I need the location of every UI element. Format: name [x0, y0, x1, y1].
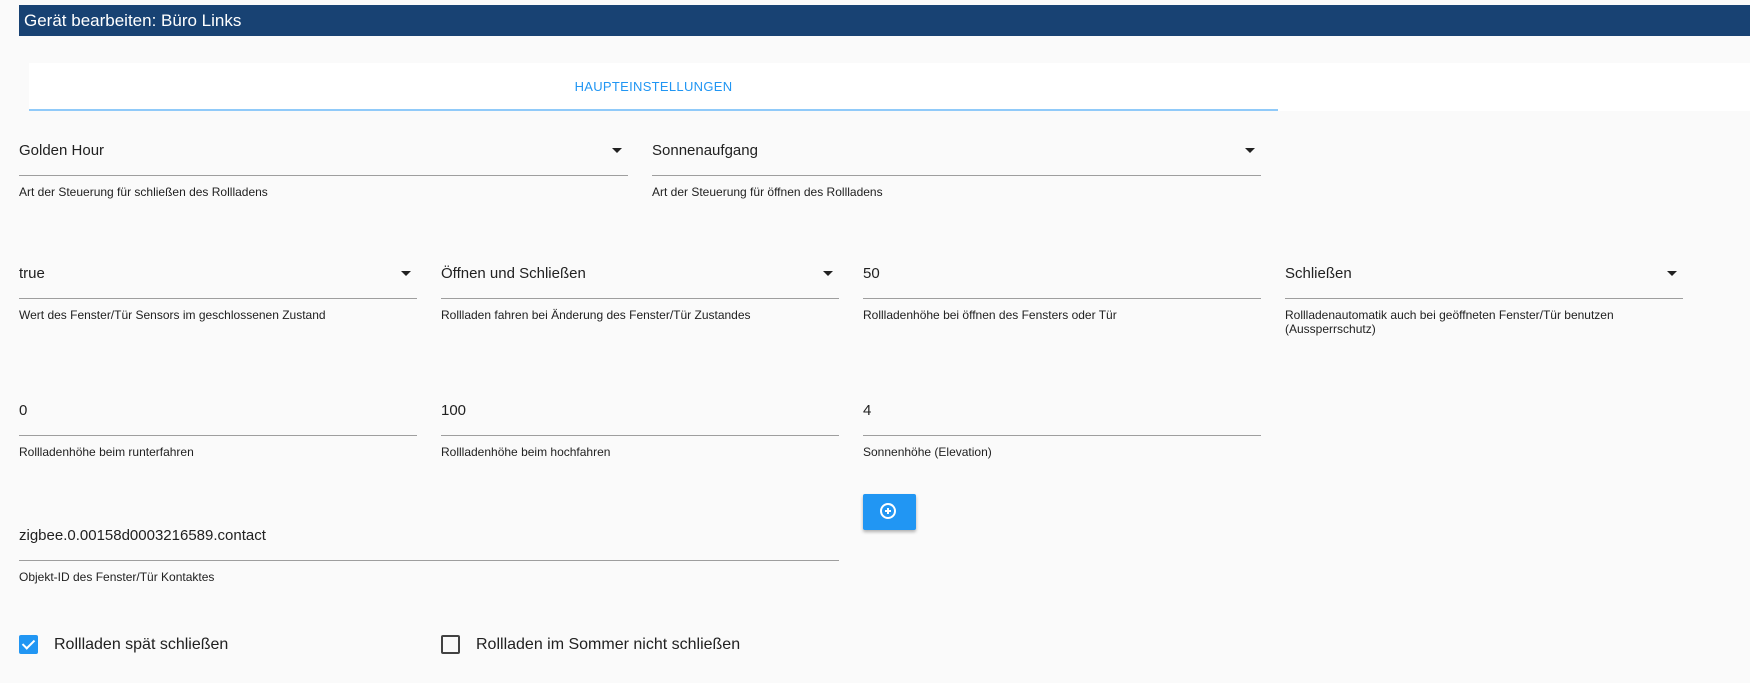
add-button[interactable]	[863, 494, 916, 530]
window-sensor-value[interactable]: true	[19, 261, 417, 299]
tab-main-settings[interactable]: HAUPTEINSTELLUNGEN	[29, 63, 1278, 111]
chevron-down-icon[interactable]	[1667, 271, 1677, 276]
lockout-protection-value[interactable]: Schließen	[1285, 261, 1683, 299]
height-up-helper: Rollladenhöhe beim hochfahren	[441, 445, 611, 459]
contact-object-id-value[interactable]: zigbee.0.00158d0003216589.contact	[19, 523, 839, 561]
height-up-value[interactable]: 100	[441, 398, 839, 436]
chevron-down-icon[interactable]	[612, 148, 622, 153]
height-down-value[interactable]: 0	[19, 398, 417, 436]
sun-elevation-helper: Sonnenhöhe (Elevation)	[863, 445, 992, 459]
window-sensor-value-select[interactable]: true Wert des Fenster/Tür Sensors im ges…	[19, 261, 417, 322]
tab-bar: HAUPTEINSTELLUNGEN	[29, 63, 1750, 111]
open-type-select[interactable]: Sonnenaufgang Art der Steuerung für öffn…	[652, 138, 1261, 199]
chevron-down-icon[interactable]	[1245, 148, 1255, 153]
late-close-checkbox[interactable]: Rollladen spät schließen	[19, 635, 319, 657]
open-type-helper: Art der Steuerung für öffnen des Rolllad…	[652, 185, 883, 199]
window-open-height-value[interactable]: 50	[863, 261, 1261, 299]
window-open-height-input[interactable]: 50 Rollladenhöhe bei öffnen des Fensters…	[863, 261, 1261, 322]
chevron-down-icon[interactable]	[823, 271, 833, 276]
open-type-value[interactable]: Sonnenaufgang	[652, 138, 1261, 176]
sun-elevation-value[interactable]: 4	[863, 398, 1261, 436]
sun-elevation-input[interactable]: 4 Sonnenhöhe (Elevation)	[863, 398, 1261, 459]
summer-no-close-checkbox[interactable]: Rollladen im Sommer nicht schließen	[441, 635, 801, 657]
height-up-input[interactable]: 100 Rollladenhöhe beim hochfahren	[441, 398, 839, 459]
dialog-title: Gerät bearbeiten: Büro Links	[19, 5, 1750, 36]
chevron-down-icon[interactable]	[401, 271, 411, 276]
close-type-select[interactable]: Golden Hour Art der Steuerung für schlie…	[19, 138, 628, 199]
close-type-helper: Art der Steuerung für schließen des Roll…	[19, 185, 268, 199]
summer-no-close-label[interactable]: Rollladen im Sommer nicht schließen	[476, 635, 740, 655]
close-type-value[interactable]: Golden Hour	[19, 138, 628, 176]
contact-object-id-helper: Objekt-ID des Fenster/Tür Kontaktes	[19, 570, 215, 584]
lockout-protection-select[interactable]: Schließen Rollladenautomatik auch bei ge…	[1285, 261, 1683, 341]
window-change-action-select[interactable]: Öffnen und Schließen Rollladen fahren be…	[441, 261, 839, 322]
height-down-input[interactable]: 0 Rollladenhöhe beim runterfahren	[19, 398, 417, 459]
window-change-action-helper: Rollladen fahren bei Änderung des Fenste…	[441, 308, 751, 322]
contact-object-id-input[interactable]: zigbee.0.00158d0003216589.contact Objekt…	[19, 523, 839, 584]
add-circle-icon	[880, 503, 896, 519]
late-close-label[interactable]: Rollladen spät schließen	[54, 635, 228, 655]
checkbox-unchecked-icon[interactable]	[441, 635, 460, 654]
window-open-height-helper: Rollladenhöhe bei öffnen des Fensters od…	[863, 308, 1117, 322]
lockout-protection-helper: Rollladenautomatik auch bei geöffneten F…	[1285, 308, 1614, 336]
height-down-helper: Rollladenhöhe beim runterfahren	[19, 445, 194, 459]
window-sensor-helper: Wert des Fenster/Tür Sensors im geschlos…	[19, 308, 326, 322]
checkbox-checked-icon[interactable]	[19, 635, 38, 654]
window-change-action-value[interactable]: Öffnen und Schließen	[441, 261, 839, 299]
